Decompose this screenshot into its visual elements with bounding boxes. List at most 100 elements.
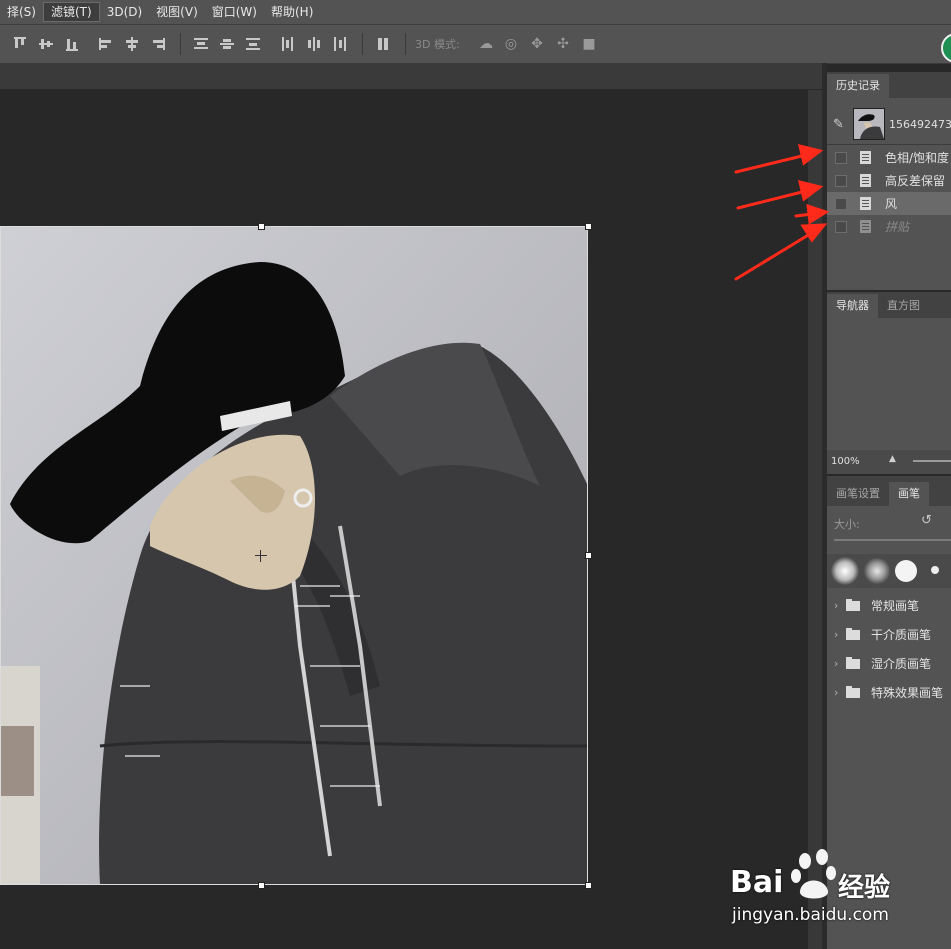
history-step-label: 风 (885, 197, 898, 211)
snapshot-brush-icon[interactable]: ✎ (833, 118, 847, 132)
align-bottom-edges-icon[interactable] (64, 36, 80, 52)
toolbar-separator (362, 33, 363, 55)
transform-handle-bottom[interactable] (258, 882, 265, 889)
brush-folder-label: 湿介质画笔 (871, 657, 932, 671)
align-vertical-centers-icon[interactable] (38, 36, 54, 52)
brush-folder-special-effects[interactable]: › 特殊效果画笔 (827, 678, 951, 707)
distribute-horizontal-centers-icon[interactable] (306, 36, 322, 52)
zoom-slider[interactable] (913, 460, 951, 462)
history-step-document-icon (860, 197, 871, 210)
hard-round-brush-icon[interactable] (895, 560, 917, 582)
watermark-url: jingyan.baidu.com (732, 905, 889, 925)
brush-folder-general[interactable]: › 常规画笔 (827, 591, 951, 620)
transform-handle-right[interactable] (585, 552, 592, 559)
navigator-zoom-bar: 100% ▲ (827, 450, 951, 474)
brush-folder-label: 常规画笔 (871, 599, 920, 613)
soft-round-brush-icon[interactable] (863, 557, 891, 585)
tab-brush-settings[interactable]: 画笔设置 (827, 482, 889, 506)
history-step-hue-saturation[interactable]: 色相/饱和度 (827, 146, 951, 169)
chevron-right-icon[interactable]: › (834, 657, 838, 670)
watermark-brand-left: Bai (730, 865, 784, 900)
zoom-out-icon[interactable]: ▲ (889, 455, 899, 464)
history-step-checkbox[interactable] (835, 197, 847, 210)
menu-select[interactable]: 择(S) (0, 2, 43, 22)
folder-icon (846, 656, 860, 669)
folder-icon (846, 627, 860, 640)
folder-icon (846, 685, 860, 698)
transform-handle-bottom-right[interactable] (585, 882, 592, 889)
menu-3d[interactable]: 3D(D) (100, 2, 149, 22)
tab-brush[interactable]: 画笔 (889, 482, 929, 506)
menu-help[interactable]: 帮助(H) (264, 2, 320, 22)
history-step-label: 高反差保留 (885, 174, 946, 188)
soft-round-brush-icon[interactable] (831, 557, 859, 585)
transform-bounding-box[interactable] (0, 226, 588, 885)
chevron-right-icon[interactable]: › (834, 686, 838, 699)
baidu-jingyan-watermark: Bai 经验 jingyan.baidu.com (730, 843, 951, 935)
toolbar-separator (405, 33, 406, 55)
folder-icon (846, 598, 860, 611)
brush-size-label: 大小: (834, 518, 860, 531)
transform-handle-top[interactable] (258, 223, 265, 230)
snapshot-thumbnail-icon (854, 109, 884, 139)
brush-size-slider[interactable] (834, 539, 951, 541)
auto-align-layers-icon[interactable] (375, 36, 391, 52)
align-horizontal-centers-icon[interactable] (124, 36, 140, 52)
snapshot-name: 1564924736( (889, 118, 951, 131)
menu-filter[interactable]: 滤镜(T) (42, 2, 100, 22)
distribute-top-edges-icon[interactable] (193, 36, 209, 52)
orbit-3d-icon[interactable]: ☁ (478, 36, 494, 52)
history-panel-tabs: 历史记录 (827, 72, 951, 98)
history-step-tiles[interactable]: 拼贴 (827, 215, 951, 238)
history-step-checkbox[interactable] (835, 220, 847, 233)
history-divider (827, 144, 951, 145)
brush-folder-wet-media[interactable]: › 湿介质画笔 (827, 649, 951, 678)
user-avatar[interactable] (941, 33, 951, 63)
brush-folder-dry-media[interactable]: › 干介质画笔 (827, 620, 951, 649)
scale-3d-icon[interactable]: ■ (581, 36, 597, 52)
history-step-high-pass[interactable]: 高反差保留 (827, 169, 951, 192)
zoom-level[interactable]: 100% (831, 456, 860, 467)
navigator-panel-tabs: 导航器 直方图 (827, 292, 951, 318)
align-left-edges-icon[interactable] (98, 36, 114, 52)
roll-3d-icon[interactable]: ◎ (503, 36, 519, 52)
navigator-panel: 导航器 直方图 100% ▲ (827, 292, 951, 474)
distribute-right-edges-icon[interactable] (332, 36, 348, 52)
tab-navigator[interactable]: 导航器 (827, 294, 878, 318)
history-step-wind[interactable]: 风 (827, 192, 951, 215)
history-step-checkbox[interactable] (835, 174, 847, 187)
brush-folder-label: 特殊效果画笔 (871, 686, 944, 700)
history-step-label: 色相/饱和度 (885, 151, 950, 165)
snapshot-thumbnail[interactable] (853, 108, 885, 140)
brush-folder-label: 干介质画笔 (871, 628, 932, 642)
brush-panel-tabs: 画笔设置 画笔 (827, 476, 951, 506)
reset-brush-icon[interactable]: ↺ (921, 513, 932, 528)
tab-histogram[interactable]: 直方图 (878, 294, 929, 318)
watermark-brand-right: 经验 (838, 873, 891, 903)
chevron-right-icon[interactable]: › (834, 599, 838, 612)
align-top-edges-icon[interactable] (12, 36, 28, 52)
document-tab-strip (0, 63, 827, 90)
brush-presets-row (827, 554, 951, 588)
history-step-document-icon (860, 151, 871, 164)
toolbar-separator (180, 33, 181, 55)
menu-bar: 择(S) 滤镜(T) 3D(D) 视图(V) 窗口(W) 帮助(H) (0, 0, 951, 24)
menu-window[interactable]: 窗口(W) (205, 2, 264, 22)
history-step-document-icon (860, 220, 871, 233)
tab-history[interactable]: 历史记录 (827, 74, 889, 98)
pan-3d-icon[interactable]: ✥ (529, 36, 545, 52)
distribute-left-edges-icon[interactable] (280, 36, 296, 52)
slide-3d-icon[interactable]: ✣ (555, 36, 571, 52)
small-hard-brush-icon[interactable] (931, 566, 939, 574)
menu-view[interactable]: 视图(V) (149, 2, 205, 22)
options-bar: 3D 模式: ☁ ◎ ✥ ✣ ■ (0, 24, 951, 64)
transform-reference-point[interactable] (255, 550, 267, 562)
transform-handle-top-right[interactable] (585, 223, 592, 230)
chevron-right-icon[interactable]: › (834, 628, 838, 641)
history-step-checkbox[interactable] (835, 151, 847, 164)
distribute-vertical-centers-icon[interactable] (219, 36, 235, 52)
distribute-bottom-edges-icon[interactable] (245, 36, 261, 52)
history-step-label: 拼贴 (885, 220, 910, 234)
history-step-document-icon (860, 174, 871, 187)
align-right-edges-icon[interactable] (150, 36, 166, 52)
